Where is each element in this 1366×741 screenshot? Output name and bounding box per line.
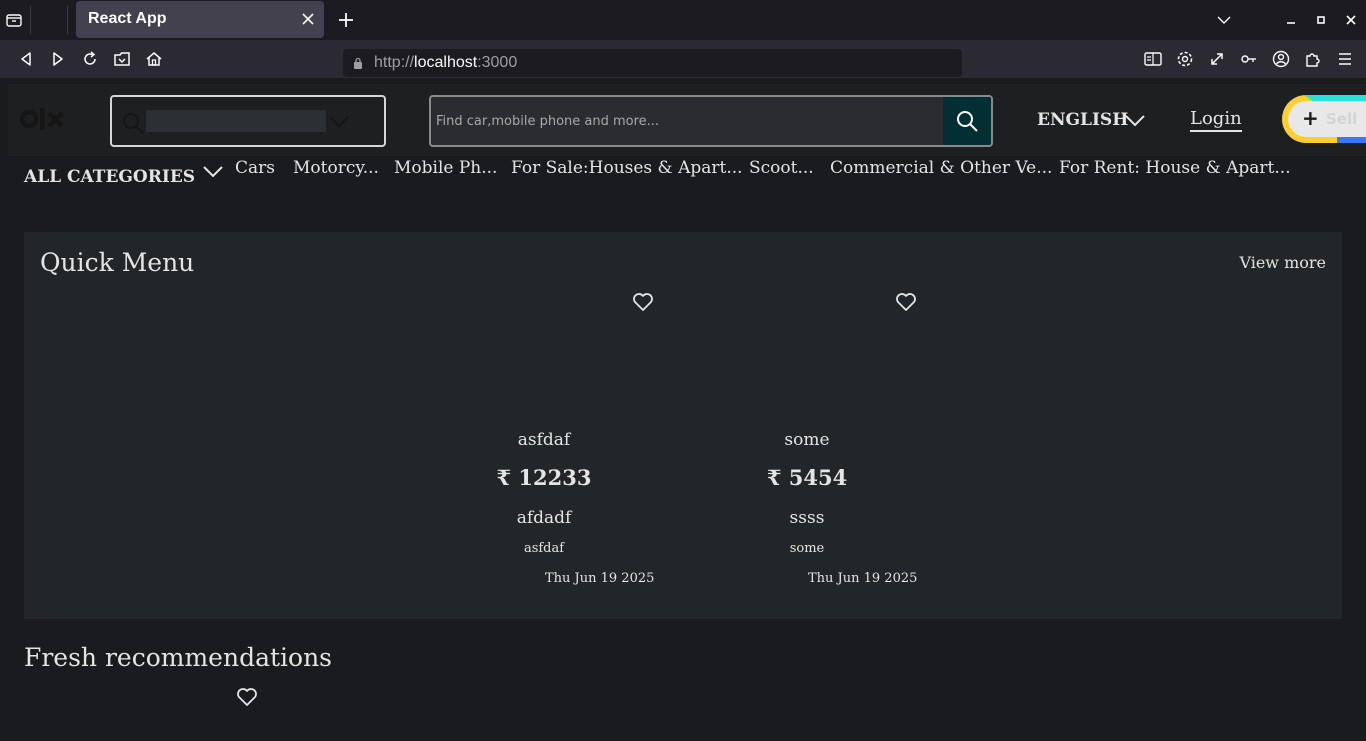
category-link[interactable]: For Rent: House & Apart...	[1059, 158, 1291, 178]
extensions-icon[interactable]	[1303, 49, 1323, 69]
window-close-icon[interactable]	[1341, 10, 1361, 30]
lock-icon	[354, 57, 362, 69]
url-text: http://localhost:3000	[374, 54, 517, 72]
product-card[interactable]: asfdaf ₹ 12233 afdadf asfdaf Thu Jun 19 …	[444, 232, 654, 619]
address-bar[interactable]: http://localhost:3000	[343, 49, 962, 77]
sell-button-inner: + Sell	[1288, 101, 1366, 137]
location-input[interactable]	[146, 110, 326, 132]
sell-label: Sell	[1326, 110, 1358, 128]
card-category: some	[789, 541, 825, 556]
chevron-down-icon[interactable]	[202, 163, 224, 179]
tab-separator	[67, 6, 68, 34]
plus-icon: +	[1302, 106, 1319, 130]
browser-tab-active[interactable]: React App	[76, 1, 324, 38]
location-select[interactable]	[110, 95, 386, 147]
heart-icon[interactable]	[632, 292, 654, 312]
card-price: ₹ 12233	[496, 465, 592, 490]
url-host: localhost	[414, 54, 478, 71]
section-title: Quick Menu	[40, 248, 195, 277]
save-to-pocket-icon[interactable]	[112, 49, 132, 69]
chevron-down-icon[interactable]	[328, 113, 350, 129]
browser-tab-bar: React App	[0, 0, 1366, 40]
login-link[interactable]: Login	[1190, 108, 1242, 132]
card-title: asfdaf	[517, 430, 571, 450]
fullscreen-icon[interactable]	[1207, 49, 1227, 69]
menu-icon[interactable]	[1335, 49, 1355, 69]
card-date: Thu Jun 19 2025	[808, 571, 918, 586]
tab-overflow-chevron-icon[interactable]	[1214, 10, 1234, 30]
chevron-down-icon[interactable]	[1124, 112, 1146, 128]
card-date: Thu Jun 19 2025	[545, 571, 655, 586]
account-icon[interactable]	[1271, 49, 1291, 69]
category-link[interactable]: For Sale:Houses & Apart...	[511, 158, 743, 178]
search-input[interactable]	[431, 97, 943, 145]
tab-separator	[30, 6, 31, 34]
heart-icon[interactable]	[236, 687, 258, 707]
category-link[interactable]: Cars	[235, 158, 275, 178]
forward-icon[interactable]	[48, 49, 68, 69]
language-selector[interactable]: ENGLISH	[1037, 110, 1128, 130]
sell-button[interactable]: + Sell	[1282, 95, 1366, 143]
close-icon[interactable]	[300, 11, 316, 27]
search-button[interactable]	[943, 97, 991, 145]
category-link[interactable]: Mobile Ph...	[394, 158, 497, 178]
quick-menu-section: Quick Menu View more asfdaf ₹ 12233 afda…	[24, 232, 1342, 619]
new-tab-icon[interactable]	[336, 10, 356, 30]
view-more-link[interactable]: View more	[1239, 253, 1326, 272]
olx-logo-icon[interactable]	[20, 106, 66, 132]
card-title: some	[784, 430, 830, 450]
all-categories-label[interactable]: ALL CATEGORIES	[24, 167, 195, 187]
search-bar	[429, 95, 993, 147]
search-icon	[123, 113, 144, 134]
key-icon[interactable]	[1239, 49, 1259, 69]
section-title: Fresh recommendations	[24, 643, 333, 672]
browser-nav-bar: http://localhost:3000	[0, 40, 1366, 78]
category-link[interactable]: Scoot...	[749, 158, 814, 178]
url-scheme: http://	[374, 54, 415, 71]
reload-icon[interactable]	[80, 49, 100, 69]
heart-icon[interactable]	[895, 292, 917, 312]
category-link[interactable]: Commercial & Other Ve...	[830, 158, 1052, 178]
card-subtitle: afdadf	[516, 508, 572, 528]
home-icon[interactable]	[144, 49, 164, 69]
maximize-icon[interactable]	[1311, 10, 1331, 30]
search-icon	[957, 111, 978, 132]
reader-view-icon[interactable]	[1143, 49, 1163, 69]
gear-icon[interactable]	[1175, 49, 1195, 69]
card-price: ₹ 5454	[766, 465, 848, 490]
card-category: asfdaf	[523, 541, 565, 556]
tab-list-icon[interactable]	[4, 10, 24, 30]
product-card[interactable]: some ₹ 5454 ssss some Thu Jun 19 2025	[707, 232, 917, 619]
tab-title: React App	[88, 10, 167, 27]
card-subtitle: ssss	[789, 508, 825, 528]
category-link[interactable]: Motorcy...	[293, 158, 379, 178]
minimize-icon[interactable]	[1281, 10, 1301, 30]
url-port: :3000	[477, 54, 518, 71]
back-icon[interactable]	[16, 49, 36, 69]
